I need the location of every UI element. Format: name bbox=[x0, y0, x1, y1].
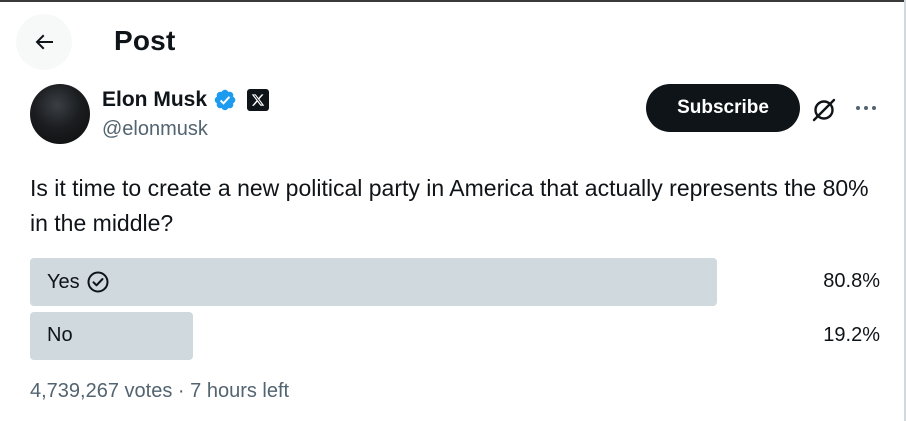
subscribe-button[interactable]: Subscribe bbox=[646, 84, 800, 132]
poll-option-percent: 80.8% bbox=[823, 270, 880, 292]
author-handle[interactable]: @elonmusk bbox=[102, 118, 208, 141]
poll: Yes 80.8% No 19.2% bbox=[30, 258, 880, 366]
meta-separator: · bbox=[177, 380, 185, 402]
more-icon[interactable] bbox=[852, 94, 880, 122]
poll-option-percent: 19.2% bbox=[823, 324, 880, 346]
poll-bar bbox=[30, 258, 717, 306]
author-name[interactable]: Elon Musk bbox=[102, 88, 207, 112]
poll-votes: 4,739,267 votes bbox=[30, 380, 173, 402]
poll-option-text: No bbox=[47, 324, 73, 346]
post-header: Post bbox=[0, 14, 906, 70]
post-author: Elon Musk @elonmusk Subscribe bbox=[30, 84, 890, 146]
avatar[interactable] bbox=[30, 84, 90, 144]
poll-option-label: Yes bbox=[47, 270, 110, 294]
poll-time-left: 7 hours left bbox=[190, 380, 290, 402]
check-circle-icon bbox=[87, 271, 109, 293]
grok-icon[interactable] bbox=[810, 96, 838, 124]
page-title: Post bbox=[114, 25, 176, 56]
author-name-row: Elon Musk bbox=[102, 88, 270, 112]
poll-meta: 4,739,267 votes · 7 hours left bbox=[30, 380, 289, 403]
window-top-border bbox=[0, 0, 906, 2]
back-button[interactable] bbox=[16, 14, 72, 70]
x-logo-icon[interactable] bbox=[247, 89, 270, 111]
poll-option-no[interactable]: No 19.2% bbox=[30, 312, 880, 360]
arrow-left-icon bbox=[35, 34, 53, 50]
poll-option-yes[interactable]: Yes 80.8% bbox=[30, 258, 880, 306]
verified-badge-icon[interactable] bbox=[213, 88, 237, 112]
post-text: Is it time to create a new political par… bbox=[30, 175, 869, 236]
poll-option-text: Yes bbox=[47, 270, 80, 293]
poll-option-label: No bbox=[47, 324, 73, 347]
